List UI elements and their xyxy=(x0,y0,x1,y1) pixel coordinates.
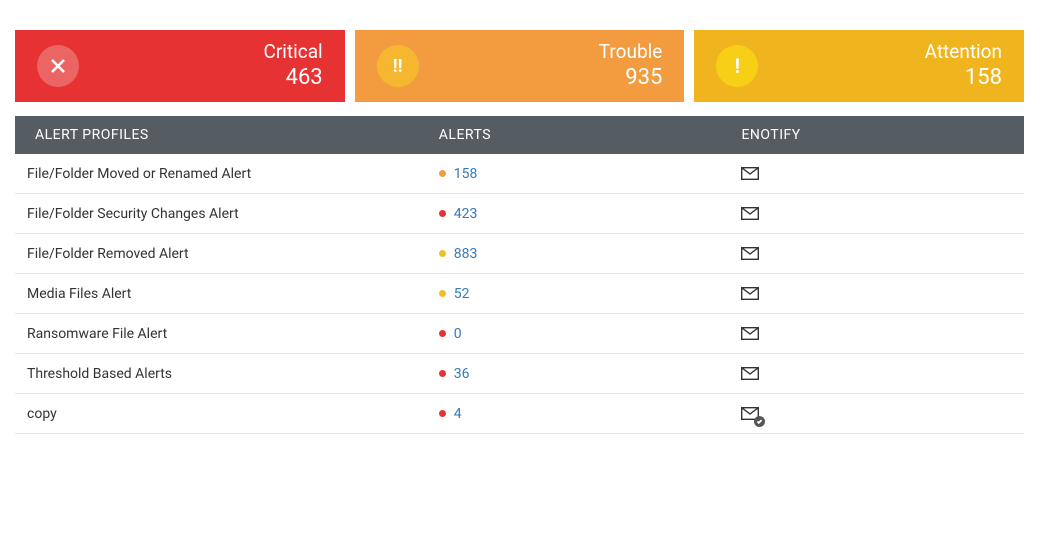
close-icon xyxy=(37,45,79,87)
severity-dot-icon xyxy=(439,170,446,177)
mail-icon[interactable] xyxy=(741,367,759,380)
severity-dot-icon xyxy=(439,250,446,257)
enotify-cell[interactable] xyxy=(741,246,1024,262)
enotify-cell[interactable] xyxy=(741,166,1024,182)
alert-count-cell: 52 xyxy=(439,286,742,302)
bang-icon: ! xyxy=(716,45,758,87)
card-critical-label: Critical xyxy=(264,40,323,64)
alert-count-cell: 36 xyxy=(439,366,742,382)
profile-name: File/Folder Moved or Renamed Alert xyxy=(15,166,439,182)
profile-name: Media Files Alert xyxy=(15,286,439,302)
alert-count-cell: 0 xyxy=(439,326,742,342)
severity-dot-icon xyxy=(439,410,446,417)
alert-count-cell: 423 xyxy=(439,206,742,222)
severity-dot-icon xyxy=(439,370,446,377)
header-profiles: ALERT PROFILES xyxy=(15,127,439,143)
enotify-cell[interactable] xyxy=(741,326,1024,342)
severity-dot-icon xyxy=(439,290,446,297)
profile-name: Ransomware File Alert xyxy=(15,326,439,342)
table-row: File/Folder Moved or Renamed Alert 158 xyxy=(15,154,1024,194)
summary-cards: Critical 463 !! Trouble 935 ! Attention … xyxy=(15,30,1024,102)
mail-icon[interactable] xyxy=(741,287,759,300)
table-row: Ransomware File Alert 0 xyxy=(15,314,1024,354)
alert-count-cell: 883 xyxy=(439,246,742,262)
double-bang-icon: !! xyxy=(377,45,419,87)
alert-count-link[interactable]: 0 xyxy=(454,326,462,342)
mail-icon[interactable] xyxy=(741,327,759,340)
table-header: ALERT PROFILES ALERTS ENOTIFY xyxy=(15,116,1024,154)
alert-count-link[interactable]: 158 xyxy=(454,166,478,182)
table-row: File/Folder Security Changes Alert 423 xyxy=(15,194,1024,234)
profile-name: Threshold Based Alerts xyxy=(15,366,439,382)
enotify-cell[interactable] xyxy=(741,406,1024,422)
header-enotify: ENOTIFY xyxy=(741,127,1024,143)
enotify-cell[interactable] xyxy=(741,366,1024,382)
profile-name: File/Folder Security Changes Alert xyxy=(15,206,439,222)
alert-count-link[interactable]: 52 xyxy=(454,286,470,302)
header-alerts: ALERTS xyxy=(439,127,742,143)
alert-count-cell: 4 xyxy=(439,406,742,422)
card-trouble-count: 935 xyxy=(599,64,663,92)
mail-check-icon[interactable] xyxy=(741,406,759,422)
severity-dot-icon xyxy=(439,330,446,337)
alert-count-link[interactable]: 423 xyxy=(454,206,478,222)
card-attention-label: Attention xyxy=(925,40,1002,64)
mail-icon[interactable] xyxy=(741,167,759,180)
card-attention[interactable]: ! Attention 158 xyxy=(694,30,1024,102)
enotify-cell[interactable] xyxy=(741,286,1024,302)
profile-name: File/Folder Removed Alert xyxy=(15,246,439,262)
mail-icon[interactable] xyxy=(741,247,759,260)
alert-count-link[interactable]: 4 xyxy=(454,406,462,422)
enotify-cell[interactable] xyxy=(741,206,1024,222)
alert-count-link[interactable]: 883 xyxy=(454,246,478,262)
card-critical[interactable]: Critical 463 xyxy=(15,30,345,102)
table-row: Media Files Alert 52 xyxy=(15,274,1024,314)
alert-count-cell: 158 xyxy=(439,166,742,182)
profile-name: copy xyxy=(15,406,439,422)
table-row: File/Folder Removed Alert 883 xyxy=(15,234,1024,274)
severity-dot-icon xyxy=(439,210,446,217)
card-attention-count: 158 xyxy=(925,64,1002,92)
card-trouble-label: Trouble xyxy=(599,40,663,64)
card-critical-count: 463 xyxy=(264,64,323,92)
mail-icon[interactable] xyxy=(741,207,759,220)
table-row: copy 4 xyxy=(15,394,1024,434)
table-row: Threshold Based Alerts 36 xyxy=(15,354,1024,394)
alert-count-link[interactable]: 36 xyxy=(454,366,470,382)
alerts-table: ALERT PROFILES ALERTS ENOTIFY File/Folde… xyxy=(15,116,1024,434)
card-trouble[interactable]: !! Trouble 935 xyxy=(355,30,685,102)
